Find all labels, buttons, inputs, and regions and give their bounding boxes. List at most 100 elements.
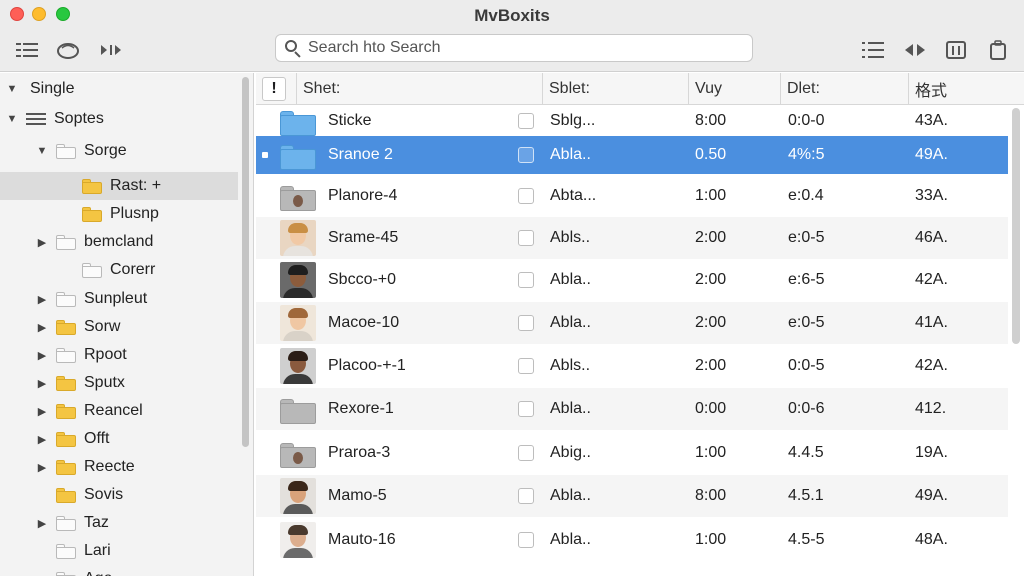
sidebar-item[interactable]: Sovis [0,481,238,509]
chevron-right-icon[interactable]: ▶ [36,349,48,362]
back-forward-icon[interactable] [902,38,928,62]
column-header-format[interactable]: 格式 [908,73,1024,105]
sidebar-item[interactable]: ▶ Taz [0,509,238,537]
chevron-right-icon[interactable]: ▶ [36,433,48,446]
row-checkbox[interactable] [518,188,534,204]
cell-date: 0:0-5 [788,357,825,374]
search-field[interactable] [275,34,753,62]
chevron-down-icon[interactable]: ▼ [36,145,48,157]
folder-icon [56,459,76,475]
sidebar-item[interactable]: Rast: + [0,172,238,200]
sidebar-item[interactable]: ▶ Reecte [0,453,238,481]
cell-kind: Abla.. [550,314,591,331]
share-icon[interactable] [985,38,1011,62]
table-row[interactable]: Placoo-+-1 Abls.. 2:00 0:0-5 42A. [256,345,1008,387]
row-checkbox[interactable] [518,532,534,548]
info-panel-icon[interactable] [943,38,969,62]
cell-name: Sbcco-+0 [328,271,397,288]
column-header-name[interactable]: Shet: [296,73,542,105]
table-row[interactable]: Praroa-3 Abig.. 1:00 4.4.5 19A. [256,432,1008,474]
toolbar [0,30,1024,72]
sidebar-item[interactable]: ▶ Sunpleut [0,285,238,313]
row-checkbox[interactable] [518,488,534,504]
sidebar-item[interactable]: Plusnp [0,200,238,228]
sidebar-item[interactable]: ▶ Reancel [0,397,238,425]
table-row[interactable]: Mamo-5 Abla.. 8:00 4.5.1 49A. [256,475,1008,517]
folder-icon [280,178,316,214]
cell-format: 33A. [915,187,948,204]
sidebar-item-label: Rpoot [84,346,127,363]
folder-icon [82,206,102,222]
table-row[interactable]: Sranoe 2 Abla.. 0.50 4%:5 49A. [256,136,1008,174]
sidebar-item-label: Reecte [84,458,135,475]
row-checkbox[interactable] [518,315,534,331]
photo-thumbnail [280,262,316,298]
sidebar-item[interactable]: ▶ Offt [0,425,238,453]
sidebar-item-label: Sorge [84,142,127,159]
sidebar: ▼ Single ▼ Soptes ▼ Sorge Rast: + Plusnp ▶ bemc… [0,73,254,576]
sidebar-item-label: Sovis [84,486,124,503]
cloud-icon[interactable] [55,38,81,62]
row-checkbox[interactable] [518,113,534,129]
sidebar-item-label: Lari [84,542,111,559]
chevron-right-icon[interactable]: ▶ [36,517,48,530]
cell-format: 46A. [915,229,948,246]
table-row[interactable]: Rexore-1 Abla.. 0:00 0:0-6 412. [256,388,1008,430]
folder-icon [56,291,76,307]
sidebar-toggle-icon[interactable] [14,38,40,62]
cell-name: Placoo-+-1 [328,357,406,374]
window-title: MvBoxits [474,6,550,25]
folder-icon [56,234,76,250]
column-header-kind[interactable]: Sblet: [542,73,688,105]
sidebar-item[interactable]: ▼ Sorge [0,137,238,165]
table-row[interactable]: Mauto-16 Abla.. 1:00 4.5-5 48A. [256,519,1008,561]
row-checkbox[interactable] [518,272,534,288]
sidebar-item[interactable]: Age [0,565,238,576]
cell-name: Macoe-10 [328,314,400,331]
table-row[interactable]: Planore-4 Abta... 1:00 e:0.4 33A. [256,175,1008,217]
cell-date: 4.5-5 [788,531,825,548]
chevron-down-icon[interactable]: ▼ [6,113,18,125]
list-view-icon[interactable] [860,38,886,62]
cell-date: 4.5.1 [788,487,824,504]
table-scrollbar[interactable] [1012,108,1020,344]
sidebar-item[interactable]: Corerr [0,256,238,284]
cell-duration: 2:00 [695,314,727,331]
cell-duration: 0.50 [695,146,727,163]
row-checkbox[interactable] [518,147,534,163]
cell-kind: Abla.. [550,146,591,163]
disclosure-arrow-icon[interactable]: ▼ [6,83,18,95]
sidebar-scrollbar[interactable] [242,77,249,447]
sidebar-item[interactable]: Lari [0,537,238,565]
column-header-flag[interactable]: ! [262,77,286,101]
sidebar-item[interactable]: ▼ Soptes [0,105,238,133]
chevron-right-icon[interactable]: ▶ [36,405,48,418]
chevron-right-icon[interactable]: ▶ [36,236,48,249]
sidebar-item[interactable]: ▶ Sputx [0,369,238,397]
row-checkbox[interactable] [518,445,534,461]
cell-date: e:0-5 [788,314,825,331]
sidebar-item-label: Offt [84,430,110,447]
sidebar-item[interactable]: ▶ bemcland [0,228,238,256]
cell-kind: Abls.. [550,357,591,374]
table-row[interactable]: Srame-45 Abls.. 2:00 e:0-5 46A. [256,217,1008,259]
column-header-date[interactable]: Dlet: [780,73,908,105]
chevron-right-icon[interactable]: ▶ [36,461,48,474]
row-checkbox[interactable] [518,230,534,246]
sidebar-section-header[interactable]: ▼ Single [6,75,244,103]
table-row[interactable]: Sbcco-+0 Abla.. 2:00 e:6-5 42A. [256,259,1008,301]
chevron-right-icon[interactable]: ▶ [36,293,48,306]
column-header-duration[interactable]: Vuy [688,73,780,105]
sidebar-item-label: Sputx [84,374,125,391]
table-row[interactable]: Macoe-10 Abla.. 2:00 e:0-5 41A. [256,302,1008,344]
search-input[interactable] [308,39,728,57]
playback-icon[interactable] [100,38,126,62]
row-checkbox[interactable] [518,401,534,417]
sidebar-item[interactable]: ▶ Rpoot [0,341,238,369]
cell-kind: Abig.. [550,444,591,461]
chevron-right-icon[interactable]: ▶ [36,377,48,390]
sidebar-item[interactable]: ▶ Sorw [0,313,238,341]
chevron-right-icon[interactable]: ▶ [36,321,48,334]
row-checkbox[interactable] [518,358,534,374]
table-row[interactable]: Sticke Sblg... 8:00 0:0-0 43A. [256,106,1008,136]
